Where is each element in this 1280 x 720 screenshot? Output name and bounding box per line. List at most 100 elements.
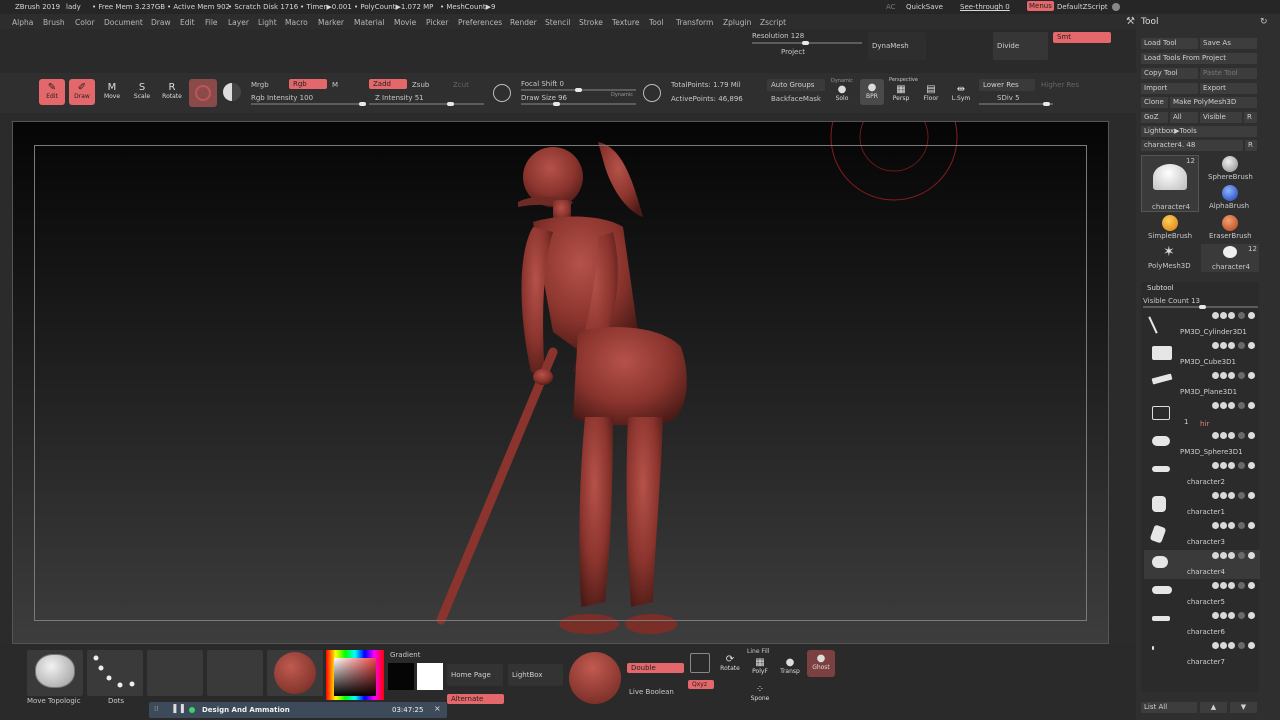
higher-res-button[interactable]: Higher Res	[1041, 81, 1079, 89]
texture-slot[interactable]	[207, 650, 263, 696]
menu-picker[interactable]: Picker	[426, 18, 448, 27]
move-up-icon[interactable]: ▲	[1200, 702, 1227, 713]
dynamic-icon[interactable]	[643, 84, 661, 102]
transp-button[interactable]: ● Transp	[778, 654, 802, 676]
spherebrush-slot[interactable]: SphereBrush	[1201, 155, 1259, 183]
current-tool-thumb[interactable]: 12 character4	[1141, 155, 1199, 212]
polymesh3d-slot[interactable]: ✶ PolyMesh3D	[1141, 244, 1199, 272]
simplebrush-slot[interactable]: SimpleBrush	[1141, 214, 1199, 242]
menu-edit[interactable]: Edit	[180, 18, 195, 27]
xyz-toggle[interactable]: Qxyz	[688, 680, 714, 689]
z-intensity-track[interactable]	[369, 102, 484, 106]
subtool-row[interactable]: character3	[1144, 520, 1260, 549]
sdiv-slider[interactable]: SDiv 5	[997, 94, 1020, 102]
secondary-color-swatch[interactable]	[417, 663, 443, 690]
seethrough-slider[interactable]: See-through 0	[960, 3, 1010, 11]
focal-shift-slider[interactable]: Focal Shift 0	[521, 80, 564, 88]
z-intensity-slider[interactable]: Z Intensity 51	[375, 94, 424, 102]
alpha-slot[interactable]	[147, 650, 203, 696]
lightbox-button[interactable]: LightBox	[508, 664, 563, 686]
move-topologic-brush[interactable]	[27, 650, 83, 696]
subtool-visibility-controls[interactable]	[1172, 522, 1258, 529]
lightbox-tools-button[interactable]: Lightbox▶Tools	[1141, 126, 1257, 137]
subtool-visibility-controls[interactable]	[1172, 342, 1258, 349]
mrgb-button[interactable]: Mrgb	[251, 81, 269, 89]
export-button[interactable]: Export	[1200, 83, 1257, 94]
subtool-row[interactable]: PM3D_Cylinder3D1	[1144, 310, 1260, 339]
paste-tool-button[interactable]: Paste Tool	[1200, 68, 1257, 79]
r-button[interactable]: R	[1244, 112, 1257, 123]
pause-icon[interactable]: ❚❚	[171, 704, 186, 714]
menu-marker[interactable]: Marker	[318, 18, 344, 27]
visible-count-track[interactable]	[1143, 305, 1258, 309]
live-boolean-button[interactable]: Live Boolean	[629, 688, 674, 696]
subtool-visibility-controls[interactable]	[1172, 432, 1258, 439]
menu-transform[interactable]: Transform	[676, 18, 713, 27]
zcut-button[interactable]: Zcut	[453, 81, 469, 89]
subtool-visibility-controls[interactable]	[1172, 372, 1258, 379]
quicksave-button[interactable]: QuickSave	[906, 3, 943, 11]
menu-draw[interactable]: Draw	[151, 18, 171, 27]
character-slider[interactable]: character4. 48	[1141, 140, 1243, 151]
eraserbrush-slot[interactable]: EraserBrush	[1201, 214, 1259, 242]
menu-texture[interactable]: Texture	[612, 18, 639, 27]
subtool-visibility-controls[interactable]	[1172, 552, 1258, 559]
menu-stroke[interactable]: Stroke	[579, 18, 603, 27]
visible-count-slider[interactable]: Visible Count 13	[1143, 297, 1200, 305]
zadd-button[interactable]: Zadd	[369, 79, 407, 89]
sdiv-track[interactable]	[979, 102, 1053, 106]
menu-macro[interactable]: Macro	[285, 18, 308, 27]
menu-alpha[interactable]: Alpha	[12, 18, 33, 27]
menu-file[interactable]: File	[205, 18, 218, 27]
subtool-visibility-controls[interactable]	[1172, 612, 1258, 619]
bpr-button[interactable]: ● BPR	[860, 79, 884, 105]
subtool-row[interactable]: character2	[1144, 460, 1260, 489]
list-all-button[interactable]: List All	[1141, 702, 1197, 713]
subtool-row[interactable]: character4	[1144, 550, 1260, 579]
import-button[interactable]: Import	[1141, 83, 1198, 94]
copy-tool-button[interactable]: Copy Tool	[1141, 68, 1198, 79]
character4-slot[interactable]: 12 character4	[1201, 244, 1259, 272]
menu-tool[interactable]: Tool	[649, 18, 664, 27]
menu-brush[interactable]: Brush	[43, 18, 65, 27]
brush-preview-sphere[interactable]	[569, 652, 621, 704]
draw-button[interactable]: ✐ Draw	[69, 79, 95, 105]
load-tools-from-project-button[interactable]: Load Tools From Project	[1141, 53, 1257, 64]
material-slot[interactable]	[267, 650, 323, 696]
menu-movie[interactable]: Movie	[394, 18, 416, 27]
polyf-button[interactable]: ▦ PolyF	[748, 654, 772, 676]
close-icon[interactable]	[1112, 3, 1120, 11]
subtool-header[interactable]: Subtool	[1147, 284, 1174, 292]
menu-layer[interactable]: Layer	[228, 18, 249, 27]
material-swatch[interactable]	[189, 79, 217, 107]
script-label[interactable]: DefaultZScript	[1057, 3, 1108, 11]
edit-button[interactable]: ✎ Edit	[39, 79, 65, 105]
subtool-row[interactable]: character5	[1144, 580, 1260, 609]
move-down-icon[interactable]: ▼	[1230, 702, 1257, 713]
divide-button[interactable]: Divide	[993, 32, 1048, 60]
goz-button[interactable]: GoZ	[1141, 112, 1168, 123]
subtool-visibility-controls[interactable]	[1172, 462, 1258, 469]
make-polymesh-button[interactable]: Make PolyMesh3D	[1170, 97, 1257, 108]
menu-document[interactable]: Document	[104, 18, 143, 27]
alphabrush-slot[interactable]: AlphaBrush	[1201, 184, 1259, 212]
save-as-button[interactable]: Save As	[1200, 38, 1257, 49]
rgb-intensity-slider[interactable]: Rgb Intensity 100	[251, 94, 313, 102]
resolution-slider[interactable]: Resolution 128	[752, 32, 804, 40]
primary-color-swatch[interactable]	[388, 663, 414, 690]
dynamic-toggle[interactable]: Dynamic	[611, 92, 633, 98]
rotate-button[interactable]: R Rotate	[159, 79, 185, 105]
subtool-row[interactable]: PM3D_Sphere3D1	[1144, 430, 1260, 459]
menu-material[interactable]: Material	[354, 18, 384, 27]
subtool-row[interactable]: character6	[1144, 610, 1260, 639]
move-button[interactable]: M Move	[99, 79, 125, 105]
alternate-toggle[interactable]: Alternate	[447, 694, 504, 704]
texture-toggle-icon[interactable]	[223, 83, 241, 101]
rgb-button[interactable]: Rgb	[289, 79, 327, 89]
subtool-visibility-controls[interactable]	[1172, 582, 1258, 589]
lsym-button[interactable]: ⇹ L.Sym	[949, 81, 973, 107]
menu-render[interactable]: Render	[510, 18, 537, 27]
all-button[interactable]: All	[1170, 112, 1198, 123]
project-button[interactable]: Project	[781, 48, 805, 56]
dots-stroke[interactable]	[87, 650, 143, 696]
